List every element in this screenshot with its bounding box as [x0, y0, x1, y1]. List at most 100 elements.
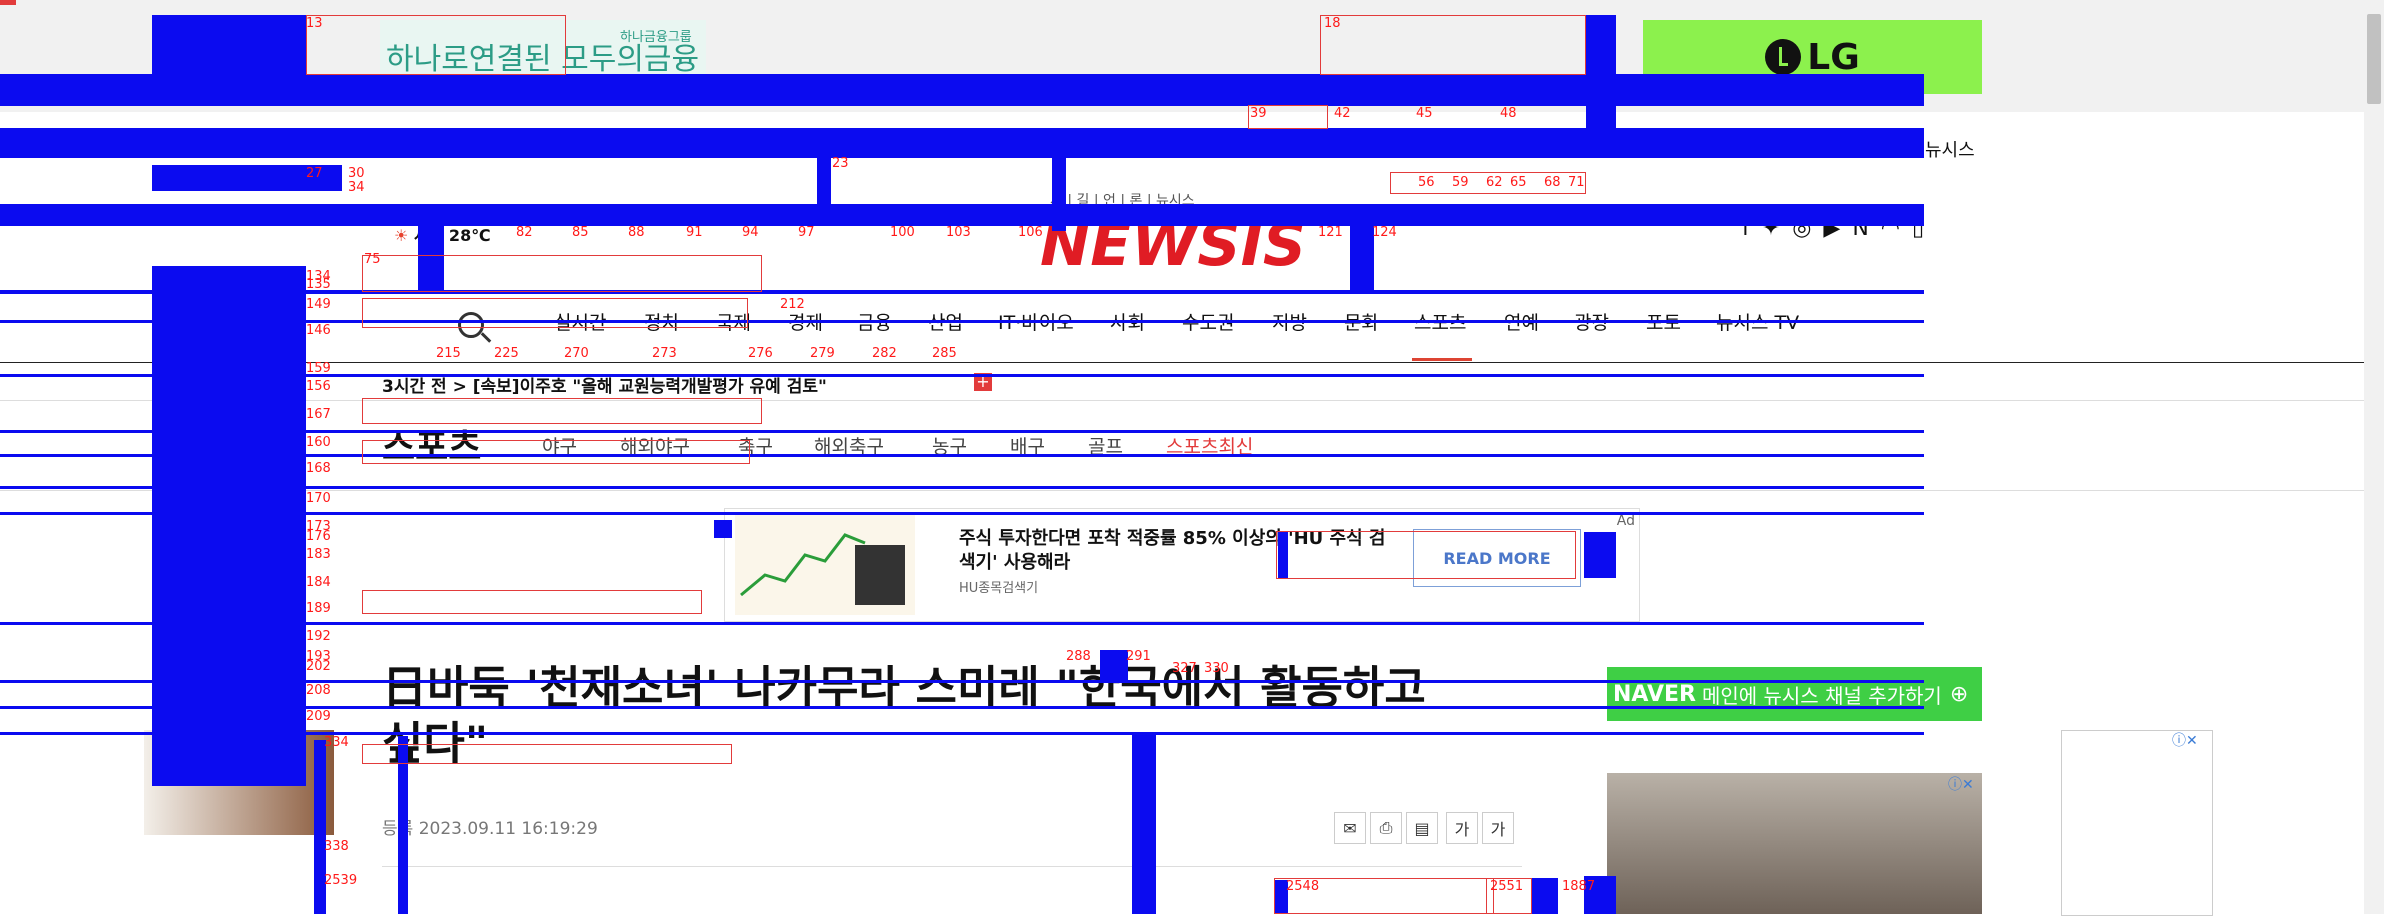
ad-info-icon[interactable]: ⓘ✕	[1948, 774, 1974, 794]
article-divider	[382, 866, 1522, 867]
article-date: 등록 2023.09.11 16:19:29	[382, 814, 598, 839]
overlay-outline	[306, 15, 566, 75]
overlay-label: 209	[306, 709, 331, 724]
overlay-label: 135	[306, 277, 331, 292]
overlay-line	[0, 512, 1924, 515]
overlay-bar	[0, 74, 1924, 106]
overlay-label: 215	[436, 346, 461, 361]
right-ad-info-icon[interactable]: ⓘ✕	[2172, 730, 2198, 750]
right-rail-ad[interactable]	[2061, 730, 2213, 916]
overlay-line	[0, 290, 1924, 294]
pdf-icon[interactable]: ▤	[1406, 812, 1438, 844]
overlay-label: 75	[364, 252, 381, 267]
print-icon[interactable]: ⎙	[1370, 812, 1402, 844]
sun-icon: ☀	[394, 226, 409, 245]
nav-divider	[0, 362, 2384, 363]
overlay-label: 176	[306, 529, 331, 544]
overlay-label: 62	[1486, 175, 1503, 190]
article-date-value: 2023.09.11 16:19:29	[418, 819, 598, 839]
overlay-label: 225	[494, 346, 519, 361]
overlay-label: 30	[348, 166, 365, 181]
interior-ad[interactable]	[1607, 773, 1982, 914]
search-icon-handle	[480, 332, 492, 343]
overlay-label: 103	[946, 225, 971, 240]
overlay-block	[1052, 155, 1066, 231]
overlay-label: 39	[1250, 106, 1267, 121]
font-smaller-button[interactable]: 가	[1446, 812, 1478, 844]
overlay-label: 208	[306, 683, 331, 698]
overlay-label: 168	[306, 461, 331, 476]
overlay-block	[817, 155, 831, 207]
overlay-block	[1132, 734, 1156, 914]
overlay-corner	[0, 0, 16, 5]
overlay-label: 291	[1126, 649, 1151, 664]
overlay-label: 13	[306, 16, 323, 31]
overlay-line	[0, 320, 1924, 323]
overlay-label: 97	[798, 225, 815, 240]
overlay-label: 91	[686, 225, 703, 240]
overlay-line	[0, 732, 1924, 735]
overlay-outline	[1320, 15, 1586, 75]
site-small-label[interactable]: 뉴시스	[1925, 136, 1975, 162]
overlay-line	[0, 430, 1924, 433]
overlay-label: 2551	[1490, 879, 1524, 894]
overlay-outline	[362, 440, 750, 464]
overlay-label: 327	[1172, 661, 1197, 676]
overlay-label: 71	[1568, 175, 1585, 190]
overlay-label: 288	[1066, 649, 1091, 664]
overlay-label: 100	[890, 225, 915, 240]
naver-channel-banner[interactable]: NAVER 메인에 뉴시스 채널 추가하기 ⊕	[1607, 667, 1982, 721]
overlay-block	[1100, 650, 1128, 680]
font-larger-button[interactable]: 가	[1482, 812, 1514, 844]
overlay-label: 94	[742, 225, 759, 240]
overlay-bar	[0, 128, 1924, 158]
scrollbar-track[interactable]	[2364, 0, 2384, 914]
overlay-label: 88	[628, 225, 645, 240]
overlay-label: 121	[1318, 225, 1343, 240]
stock-chart-image	[735, 515, 915, 615]
overlay-label: 124	[1372, 225, 1397, 240]
lg-logo: LG	[1765, 37, 1860, 78]
overlay-block	[1584, 532, 1616, 578]
overlay-outline	[362, 398, 762, 424]
overlay-line	[0, 486, 1924, 489]
overlay-line	[0, 454, 1924, 457]
lg-logo-icon	[1765, 39, 1802, 75]
overlay-label: 334	[324, 735, 349, 750]
overlay-label: 2539	[324, 873, 358, 888]
overlay-label: 48	[1500, 106, 1517, 121]
nav-active-underline	[1412, 358, 1472, 361]
overlay-label: 183	[306, 547, 331, 562]
overlay-label: 106	[1018, 225, 1043, 240]
overlay-label: 167	[306, 407, 331, 422]
stock-chart-icon	[740, 533, 905, 605]
lg-brand-text: LG	[1807, 36, 1860, 78]
ad-label: Ad	[1616, 513, 1635, 529]
overlay-label: 42	[1334, 106, 1351, 121]
overlay-bar	[0, 204, 1924, 226]
overlay-label: 184	[306, 575, 331, 590]
hana-group-label: 하나금융그룹	[620, 30, 692, 45]
email-icon[interactable]: ✉	[1334, 812, 1366, 844]
overlay-label: 85	[572, 225, 589, 240]
overlay-outline	[362, 744, 732, 764]
naver-banner-text: 메인에 뉴시스 채널 추가하기	[1701, 683, 1942, 708]
section-divider	[0, 400, 2384, 401]
overlay-label: 2548	[1286, 879, 1320, 894]
scrollbar-thumb[interactable]	[2367, 14, 2381, 104]
overlay-block	[1532, 878, 1558, 914]
overlay-label: 82	[516, 225, 533, 240]
overlay-block	[1350, 224, 1374, 290]
overlay-label: 279	[810, 346, 835, 361]
overlay-outline	[362, 255, 762, 292]
overlay-label: 59	[1452, 175, 1469, 190]
overlay-label: 23	[832, 156, 849, 171]
overlay-block	[152, 15, 306, 75]
overlay-label: 56	[1418, 175, 1435, 190]
overlay-label: 285	[932, 346, 957, 361]
overlay-label: 192	[306, 629, 331, 644]
overlay-block	[714, 520, 732, 538]
sub-nav-divider	[0, 490, 2384, 491]
overlay-label: 282	[872, 346, 897, 361]
overlay-label: 189	[306, 601, 331, 616]
